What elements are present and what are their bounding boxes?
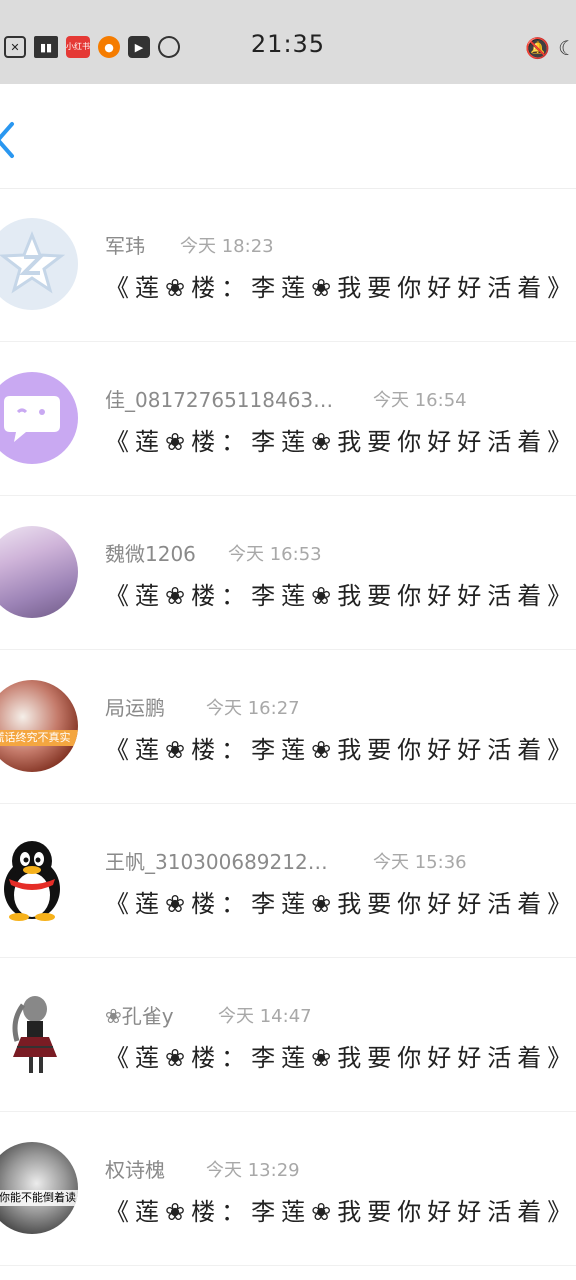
status-bar: ✕ ▮▮ 小红书 ● ▶ 21:35 🔕 ☾ [0, 0, 576, 84]
moon-icon: ☾ [558, 36, 576, 60]
avatar[interactable] [0, 372, 78, 464]
sender-name: 权诗槐 [105, 1158, 165, 1182]
mute-bell-icon: 🔕 [525, 36, 551, 60]
status-right-icons: 🔕 ☾ [525, 36, 576, 60]
qzone-star-icon [0, 230, 66, 294]
message-time: 今天 14:47 [218, 1006, 312, 1027]
message-time: 今天 13:29 [206, 1160, 300, 1181]
nav-bar [0, 84, 576, 189]
sender-name: 魏微1206 [105, 542, 196, 566]
sender-name: 军玮 [105, 234, 145, 258]
sender-name: 佳_081727651184​63… [105, 388, 334, 412]
message-list: 军玮 今天 18:23 《莲❀楼：李莲❀我要你好好活着》 佳_081727651… [0, 188, 576, 1266]
avatar[interactable]: 爱你能不能倒着读 [0, 1142, 78, 1234]
avatar[interactable] [0, 988, 78, 1080]
list-item[interactable]: 魏微1206 今天 16:53 《莲❀楼：李莲❀我要你好好活着》 [0, 496, 576, 650]
message-text: 《莲❀楼：李莲❀我要你好好活着》 [105, 428, 576, 456]
message-text: 《莲❀楼：李莲❀我要你好好活着》 [105, 1044, 576, 1072]
message-text: 《莲❀楼：李莲❀我要你好好活着》 [105, 274, 576, 302]
sender-name: ❀孔雀y [105, 1004, 174, 1028]
chevron-left-icon [0, 122, 14, 158]
message-time: 今天 18:23 [180, 236, 274, 257]
message-time: 今天 15:36 [373, 852, 467, 873]
avatar[interactable]: 谎话终究不真实 [0, 680, 78, 772]
avatar[interactable] [0, 218, 78, 310]
status-time: 21:35 [250, 30, 326, 58]
message-text: 《莲❀楼：李莲❀我要你好好活着》 [105, 1198, 576, 1226]
message-text: 《莲❀楼：李莲❀我要你好好活着》 [105, 890, 576, 918]
list-item[interactable]: ❀孔雀y 今天 14:47 《莲❀楼：李莲❀我要你好好活着》 [0, 958, 576, 1112]
chat-bubble-icon [4, 396, 60, 442]
avatar[interactable] [0, 834, 78, 926]
list-item[interactable]: 佳_081727651184​63… 今天 16:54 《莲❀楼：李莲❀我要你好… [0, 342, 576, 496]
list-item[interactable]: 谎话终究不真实 局运鹏 今天 16:27 《莲❀楼：李莲❀我要你好好活着》 [0, 650, 576, 804]
list-item[interactable]: 王帆_310300689212… 今天 15:36 《莲❀楼：李莲❀我要你好好活… [0, 804, 576, 958]
message-time: 今天 16:27 [206, 698, 300, 719]
list-item[interactable]: 军玮 今天 18:23 《莲❀楼：李莲❀我要你好好活着》 [0, 188, 576, 342]
message-text: 《莲❀楼：李莲❀我要你好好活着》 [105, 582, 576, 610]
message-time: 今天 16:54 [373, 390, 467, 411]
list-item[interactable]: 爱你能不能倒着读 权诗槐 今天 13:29 《莲❀楼：李莲❀我要你好好活着》 [0, 1112, 576, 1266]
avatar[interactable] [0, 526, 78, 618]
message-time: 今天 16:53 [228, 544, 322, 565]
anime-girl-icon [12, 996, 57, 1073]
sender-name: 王帆_310300689212… [105, 850, 328, 874]
avatar-caption: 爱你能不能倒着读 [0, 1190, 78, 1206]
message-text: 《莲❀楼：李莲❀我要你好好活着》 [105, 736, 576, 764]
back-button[interactable] [0, 120, 28, 160]
sender-name: 局运鹏 [105, 696, 165, 720]
qq-penguin-icon [4, 841, 60, 921]
avatar-caption: 谎话终究不真实 [0, 730, 78, 746]
